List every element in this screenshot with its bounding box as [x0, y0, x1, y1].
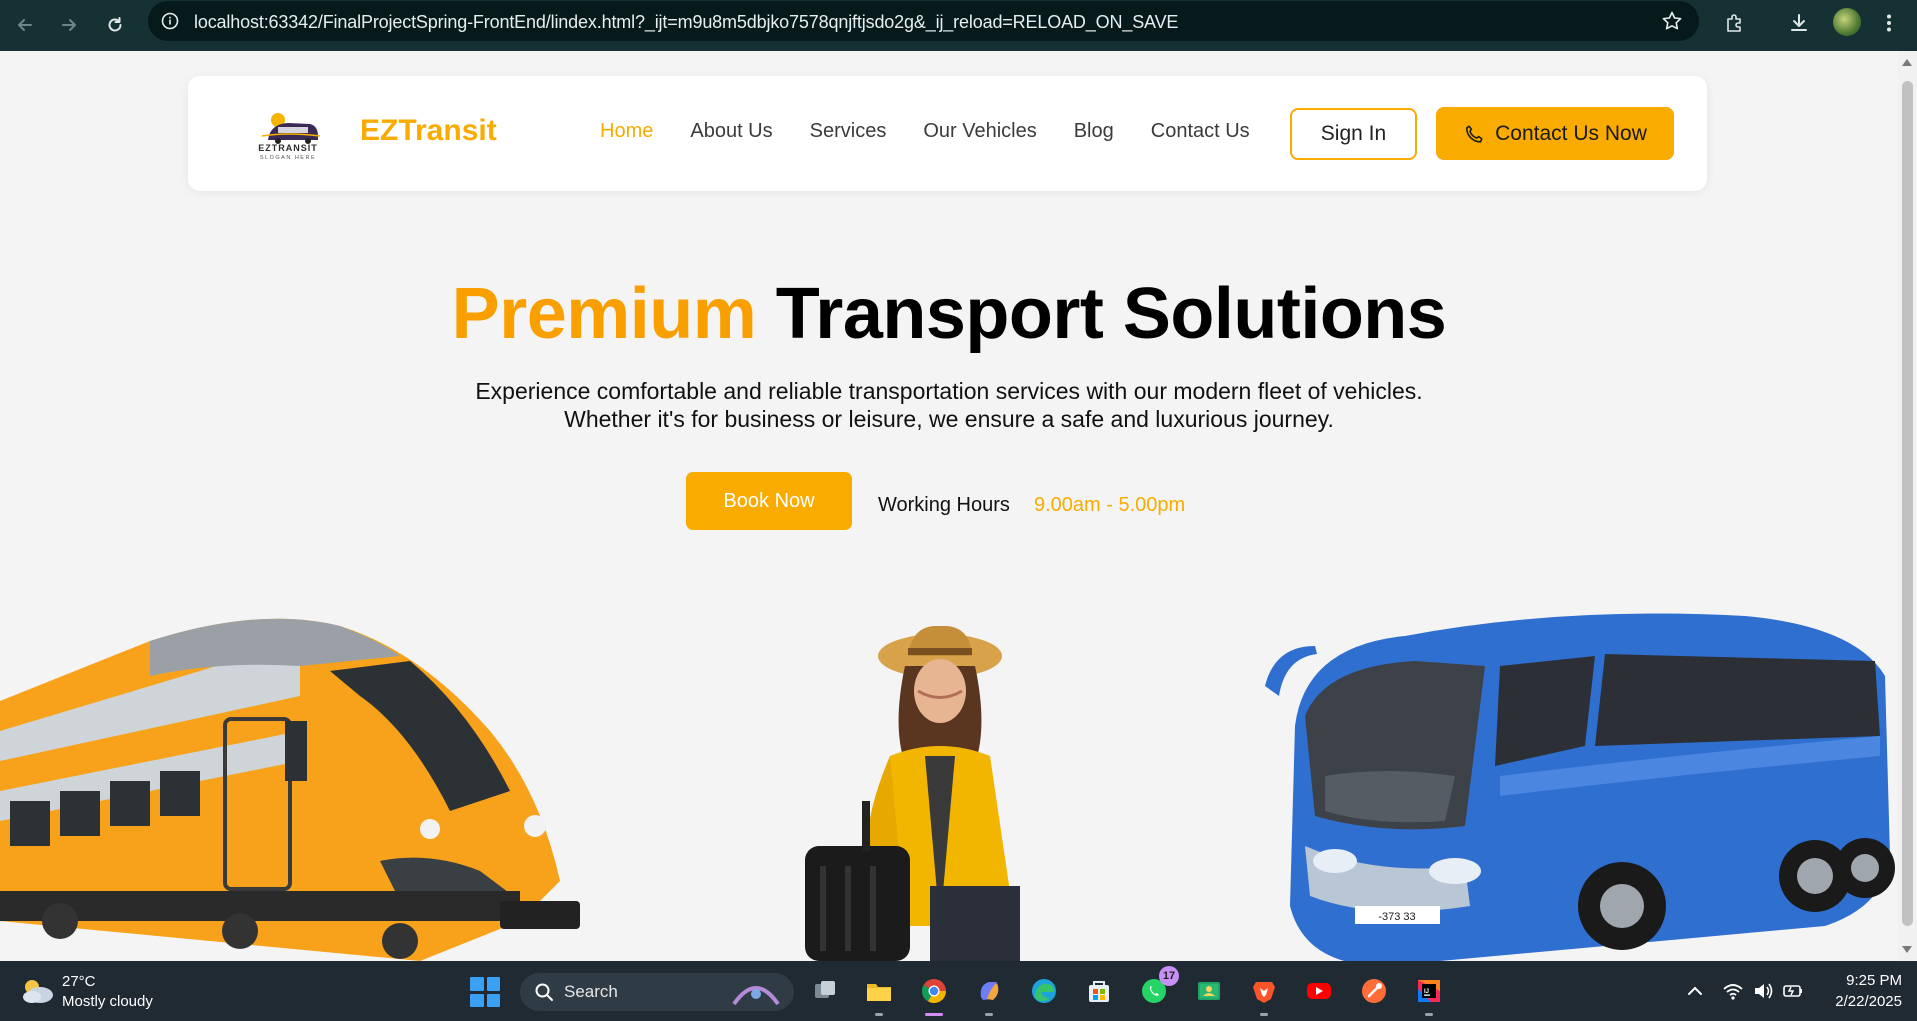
cloudy-weather-icon[interactable] [18, 975, 56, 1007]
windows-start-icon[interactable] [470, 977, 500, 1007]
nav-link-contact[interactable]: Contact Us [1151, 120, 1250, 143]
scroll-thumb[interactable] [1902, 81, 1913, 926]
browser-toolbar: localhost:63342/FinalProjectSpring-Front… [0, 0, 1917, 51]
chrome-icon[interactable] [917, 974, 951, 1016]
menu-kebab-icon[interactable] [1876, 10, 1902, 36]
svg-text:IJ: IJ [1424, 989, 1429, 995]
logo-text: EZTRANSIT [258, 143, 318, 153]
task-view-icon[interactable] [808, 974, 842, 1008]
nav-menu: Home About Us Services Our Vehicles Blog… [600, 120, 1287, 143]
sign-in-button[interactable]: Sign In [1290, 108, 1417, 160]
extensions-icon[interactable] [1722, 10, 1748, 36]
site-navbar: EZTRANSIT SLOGAN HERE EZTransit Home Abo… [188, 76, 1707, 191]
whatsapp-icon[interactable]: 17 [1137, 966, 1179, 1008]
eztransit-logo[interactable]: EZTRANSIT SLOGAN HERE [248, 106, 328, 162]
weather-temperature[interactable]: 27°C [62, 973, 96, 990]
battery-icon[interactable] [1782, 981, 1804, 1001]
site-info-icon[interactable] [160, 11, 180, 31]
back-icon[interactable] [8, 8, 42, 42]
reload-icon[interactable] [98, 8, 132, 42]
nav-link-blog[interactable]: Blog [1074, 120, 1114, 143]
profile-avatar[interactable] [1833, 8, 1861, 36]
phone-icon [1466, 124, 1483, 143]
microsoft-store-icon[interactable] [1082, 974, 1116, 1008]
hero-title: Premium Transport Solutions [0, 273, 1898, 355]
search-highlight-icon [732, 986, 780, 1006]
hero-title-accent: Premium [451, 274, 757, 354]
nav-link-services[interactable]: Services [810, 120, 887, 143]
windows-taskbar: 27°C Mostly cloudy Search 17 IJ 9:25 PM … [0, 961, 1917, 1021]
bus-plate: -373 33 [1378, 911, 1415, 923]
nav-link-home[interactable]: Home [600, 120, 653, 143]
postman-icon[interactable] [1357, 974, 1391, 1008]
address-bar[interactable]: localhost:63342/FinalProjectSpring-Front… [148, 1, 1699, 41]
contact-us-now-label: Contact Us Now [1495, 121, 1647, 145]
edge-icon[interactable] [1027, 974, 1061, 1008]
book-now-button[interactable]: Book Now [686, 472, 852, 530]
url-text[interactable]: localhost:63342/FinalProjectSpring-Front… [194, 12, 1178, 33]
clock-date[interactable]: 2/22/2025 [1818, 993, 1902, 1010]
hero-description: Experience comfortable and reliable tran… [0, 377, 1898, 433]
traveler-woman-image [805, 626, 1020, 961]
nav-link-vehicles[interactable]: Our Vehicles [923, 120, 1036, 143]
scroll-down-arrow-icon[interactable] [1902, 946, 1912, 953]
hero-desc-line-2: Whether it's for business or leisure, we… [564, 406, 1334, 432]
logo-slogan: SLOGAN HERE [260, 155, 316, 161]
search-label: Search [564, 982, 618, 1001]
forward-icon[interactable] [52, 8, 86, 42]
working-hours-value: 9.00am - 5.00pm [1034, 494, 1186, 516]
file-explorer-icon[interactable] [862, 974, 896, 1016]
google-classroom-icon[interactable] [1192, 974, 1226, 1008]
contact-us-now-button[interactable]: Contact Us Now [1436, 107, 1674, 160]
clock-time[interactable]: 9:25 PM [1838, 972, 1902, 989]
youtube-icon[interactable] [1302, 974, 1336, 1008]
wifi-icon[interactable] [1722, 981, 1744, 1001]
search-icon [535, 983, 553, 1001]
intellij-idea-icon[interactable]: IJ [1412, 974, 1446, 1016]
page-scrollbar[interactable] [1898, 51, 1917, 961]
taskbar-search[interactable]: Search [520, 973, 794, 1011]
bus-image: -373 33 [1265, 613, 1895, 961]
whatsapp-badge: 17 [1159, 966, 1179, 986]
downloads-icon[interactable] [1786, 10, 1812, 36]
page-viewport: EZTRANSIT SLOGAN HERE EZTransit Home Abo… [0, 51, 1898, 961]
scroll-up-arrow-icon[interactable] [1902, 59, 1912, 66]
nav-link-about[interactable]: About Us [690, 120, 772, 143]
brave-icon[interactable] [1247, 974, 1281, 1016]
bookmark-star-icon[interactable] [1661, 10, 1683, 32]
weather-description[interactable]: Mostly cloudy [62, 993, 153, 1010]
hero-desc-line-1: Experience comfortable and reliable tran… [475, 378, 1423, 404]
hero-title-rest: Transport Solutions [775, 274, 1447, 354]
brand-name[interactable]: EZTransit [360, 114, 497, 148]
volume-icon[interactable] [1752, 981, 1774, 1001]
train-image [0, 618, 580, 961]
copilot-icon[interactable] [972, 974, 1006, 1016]
working-hours-label: Working Hours [878, 494, 1010, 516]
chevron-up-icon[interactable] [1684, 981, 1706, 1001]
